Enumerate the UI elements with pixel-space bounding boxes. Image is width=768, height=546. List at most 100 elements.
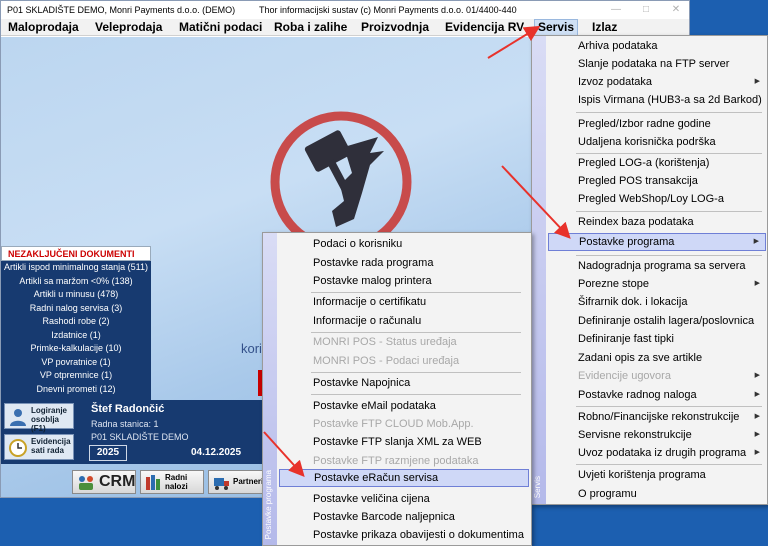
menu-item-udaljena-podrska[interactable]: Udaljena korisnička podrška: [548, 133, 766, 151]
menu-maloprodaja[interactable]: Maloprodaja: [5, 19, 82, 36]
menu-proizvodnja[interactable]: Proizvodnja: [358, 19, 432, 36]
list-item[interactable]: Artikli u minusu (478): [1, 288, 151, 302]
time-tracking-button[interactable]: Evidencija sati rada: [4, 434, 74, 460]
crm-icon: [79, 476, 93, 490]
menu-item-reindex[interactable]: Reindex baza podataka: [548, 213, 766, 231]
menu-veleprodaja[interactable]: Veleprodaja: [92, 19, 165, 36]
crm-label: CRM: [99, 473, 136, 490]
list-item[interactable]: Radni nalog servisa (3): [1, 302, 151, 316]
menu-item-velicina-cijena[interactable]: Postavke veličina cijena: [279, 490, 529, 508]
menu-item-label: Postavke programa: [579, 236, 675, 248]
menu-item-rad-programa[interactable]: Postavke rada programa: [279, 254, 529, 272]
menu-item-label: Definiranje fast tipki: [578, 333, 674, 345]
menu-item-radni-nalog[interactable]: Postavke radnog naloga ▶: [548, 386, 766, 404]
login-staff-label: Logiranje osoblja (F1): [31, 406, 68, 433]
menu-item-obavijesti[interactable]: Postavke prikaza obavijesti o dokumentim…: [279, 526, 529, 544]
menu-separator: [576, 112, 762, 113]
menu-item-uvoz-podataka[interactable]: Uvoz podataka iz drugih programa ▶: [548, 444, 766, 462]
menu-item-webshop-log[interactable]: Pregled WebShop/Loy LOG-a: [548, 190, 766, 208]
menu-item-label: Reindex baza podataka: [578, 216, 694, 228]
menu-item-ispis-virmana[interactable]: Ispis Virmana (HUB3-a sa 2d Barkod): [548, 91, 766, 109]
menu-separator: [576, 255, 762, 256]
menu-item-label: Pregled WebShop/Loy LOG-a: [578, 193, 724, 205]
menu-item-slanje-ftp[interactable]: Slanje podataka na FTP server: [548, 55, 766, 73]
menu-evidencija-rv[interactable]: Evidencija RV: [442, 19, 527, 36]
menu-item-label: Postavke eRačun servisa: [314, 472, 439, 484]
menu-item-label: Postavke eMail podataka: [313, 400, 436, 412]
submenu-arrow-icon: ▶: [753, 238, 759, 245]
menu-separator: [311, 394, 521, 395]
menu-item-sifrarnik[interactable]: Šifrarnik dok. i lokacija: [548, 293, 766, 311]
menu-item-certifikat[interactable]: Informacije o certifikatu: [279, 293, 529, 311]
menu-item-robno-financijske[interactable]: Robno/Financijske rekonstrukcije ▶: [548, 408, 766, 426]
menu-servis[interactable]: Servis: [534, 19, 579, 36]
menu-item-arhiva-podataka[interactable]: Arhiva podataka: [548, 37, 766, 55]
menu-item-napojnica[interactable]: Postavke Napojnica: [279, 374, 529, 392]
menu-item-label: Izvoz podataka: [578, 76, 652, 88]
menu-item-ostali-lageri[interactable]: Definiranje ostalih lagera/poslovnica: [548, 312, 766, 330]
menu-item-label: Zadani opis za sve artikle: [578, 352, 703, 364]
menu-item-label: Porezne stope: [578, 278, 649, 290]
menu-item-radna-godina[interactable]: Pregled/Izbor radne godine: [548, 115, 766, 133]
partners-button[interactable]: Partneri: [208, 470, 266, 494]
work-orders-button[interactable]: Radni nalozi: [140, 470, 204, 494]
maximize-icon[interactable]: □: [631, 1, 661, 19]
list-item[interactable]: Izdatnice (1): [1, 329, 151, 343]
menu-item-uvjeti-koristenja[interactable]: Uvjeti korištenja programa: [548, 466, 766, 484]
year-selector[interactable]: 2025: [89, 445, 127, 461]
company-name: P01 SKLADIŠTE DEMO: [91, 432, 189, 442]
menu-item-label: Postavke prikaza obavijesti o dokumentim…: [313, 529, 524, 541]
window-title: P01 SKLADIŠTE DEMO, Monri Payments d.o.o…: [7, 5, 236, 15]
menu-item-izvoz-podataka[interactable]: Izvoz podataka ▶: [548, 73, 766, 91]
clock-icon: [9, 439, 27, 457]
menu-item-zadani-opis[interactable]: Zadani opis za sve artikle: [548, 349, 766, 367]
unfinished-documents-title: NEZAKLJUČENI DOKUMENTI: [1, 246, 151, 261]
workstation: Radna stanica: 1: [91, 419, 159, 429]
menu-item-label: Informacije o računalu: [313, 315, 422, 327]
crm-button[interactable]: CRM: [72, 470, 136, 494]
menu-item-eracun-servis[interactable]: Postavke eRačun servisa: [279, 469, 529, 487]
menu-item-porezne-stope[interactable]: Porezne stope ▶: [548, 275, 766, 293]
menu-item-barcode[interactable]: Postavke Barcode naljepnica: [279, 508, 529, 526]
menu-item-podaci-korisnik[interactable]: Podaci o korisniku: [279, 235, 529, 253]
minimize-icon[interactable]: —: [601, 1, 631, 19]
list-item[interactable]: Artikli sa maržom <0% (138): [1, 275, 151, 289]
menu-item-monri-status: MONRI POS - Status uređaja: [279, 333, 529, 351]
menu-item-ftp-cloud: Postavke FTP CLOUD Mob.App.: [279, 415, 529, 433]
list-item[interactable]: Rashodi robe (2): [1, 315, 151, 329]
postavke-menu-side-label: Postavke programa: [264, 469, 273, 539]
menu-maticni-podaci[interactable]: Matični podaci: [176, 19, 265, 36]
menu-separator: [576, 406, 762, 407]
menu-izlaz[interactable]: Izlaz: [589, 19, 620, 36]
list-item[interactable]: Dnevni prometi (12): [1, 383, 151, 397]
menu-item-label: O programu: [578, 488, 637, 500]
menu-item-racunalo[interactable]: Informacije o računalu: [279, 312, 529, 330]
list-item[interactable]: VP povratnice (1): [1, 356, 151, 370]
menu-roba-i-zalihe[interactable]: Roba i zalihe: [271, 19, 350, 36]
login-staff-button[interactable]: Logiranje osoblja (F1): [4, 403, 74, 433]
menu-item-servisne-rekonstrukcije[interactable]: Servisne rekonstrukcije ▶: [548, 426, 766, 444]
menu-item-nadogradnja[interactable]: Nadogradnja programa sa servera: [548, 257, 766, 275]
menu-item-label: Nadogradnja programa sa servera: [578, 260, 746, 272]
menu-item-fast-tipke[interactable]: Definiranje fast tipki: [548, 330, 766, 348]
work-orders-icon: [146, 475, 160, 490]
menu-item-label: Informacije o certifikatu: [313, 296, 427, 308]
menu-item-postavke-programa[interactable]: Postavke programa ▶: [548, 233, 766, 251]
menu-item-label: Servisne rekonstrukcije: [578, 429, 692, 441]
close-icon[interactable]: ✕: [661, 1, 689, 19]
menu-item-label: Pregled POS transakcija: [578, 175, 698, 187]
submenu-arrow-icon: ▶: [754, 449, 760, 456]
menu-item-pos-transakcije[interactable]: Pregled POS transakcija: [548, 172, 766, 190]
list-item[interactable]: VP otpremnice (1): [1, 369, 151, 383]
user-icon: [10, 409, 26, 426]
menu-item-ftp-xml[interactable]: Postavke FTP slanja XML za WEB: [279, 433, 529, 451]
menu-item-o-programu[interactable]: O programu: [548, 485, 766, 503]
work-orders-label: Radni nalozi: [165, 473, 188, 491]
menu-item-label: Ispis Virmana (HUB3-a sa 2d Barkod): [578, 94, 762, 106]
list-item[interactable]: Primke-kalkulacije (10): [1, 342, 151, 356]
menu-item-pregled-log[interactable]: Pregled LOG-a (korištenja): [548, 154, 766, 172]
menu-item-mali-printer[interactable]: Postavke malog printera: [279, 272, 529, 290]
list-item[interactable]: Artikli ispod minimalnog stanja (511): [1, 261, 151, 275]
partners-label: Partneri: [233, 477, 264, 486]
menu-item-email[interactable]: Postavke eMail podataka: [279, 397, 529, 415]
